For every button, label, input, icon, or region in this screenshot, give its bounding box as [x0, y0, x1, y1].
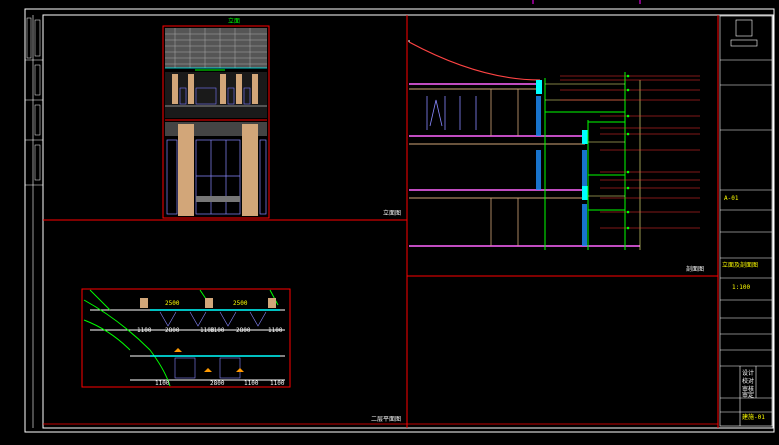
plan-dim-mid-4: 1100 [210, 327, 225, 334]
plan-view-title: 二层平面图 [371, 416, 402, 423]
title-block-sheet: 建施-01 [742, 414, 765, 421]
plan-dim-bottom-4: 1100 [270, 380, 285, 387]
title-block-drawing-name: 立面及剖面图 [722, 262, 759, 269]
plan-drawing [81, 288, 291, 388]
cad-drawing-canvas[interactable]: 立面图 剖面图 二层平面图 立面 2500 2500 1100 2800 110… [0, 0, 779, 445]
elevation-drawing [162, 25, 270, 219]
plan-dim-top-1: 2500 [165, 300, 180, 307]
plan-dim-mid-2: 2800 [165, 327, 180, 334]
plan-dim-mid-1: 1100 [137, 327, 152, 334]
plan-dim-top-2: 2500 [233, 300, 248, 307]
section-drawing [408, 40, 700, 250]
plan-dim-mid-6: 1100 [268, 327, 283, 334]
plan-dim-bottom-1: 1100 [155, 380, 170, 387]
title-block-row-1: 设计 [742, 370, 755, 377]
plan-dim-bottom-2: 2800 [210, 380, 225, 387]
title-block-drawing-no: A-01 [724, 195, 739, 202]
section-view-title: 剖面图 [686, 266, 705, 273]
title-block-row-4: 审定 [742, 392, 755, 399]
elevation-top-label: 立面 [228, 18, 241, 25]
title-block [719, 15, 773, 427]
cad-drawing [24, 0, 775, 433]
plan-dim-bottom-3: 1100 [244, 380, 259, 387]
title-block-row-2: 校对 [742, 378, 755, 385]
elevation-view-title: 立面图 [383, 210, 402, 217]
plan-dim-mid-5: 2800 [236, 327, 251, 334]
title-block-scale: 1:100 [732, 284, 751, 291]
